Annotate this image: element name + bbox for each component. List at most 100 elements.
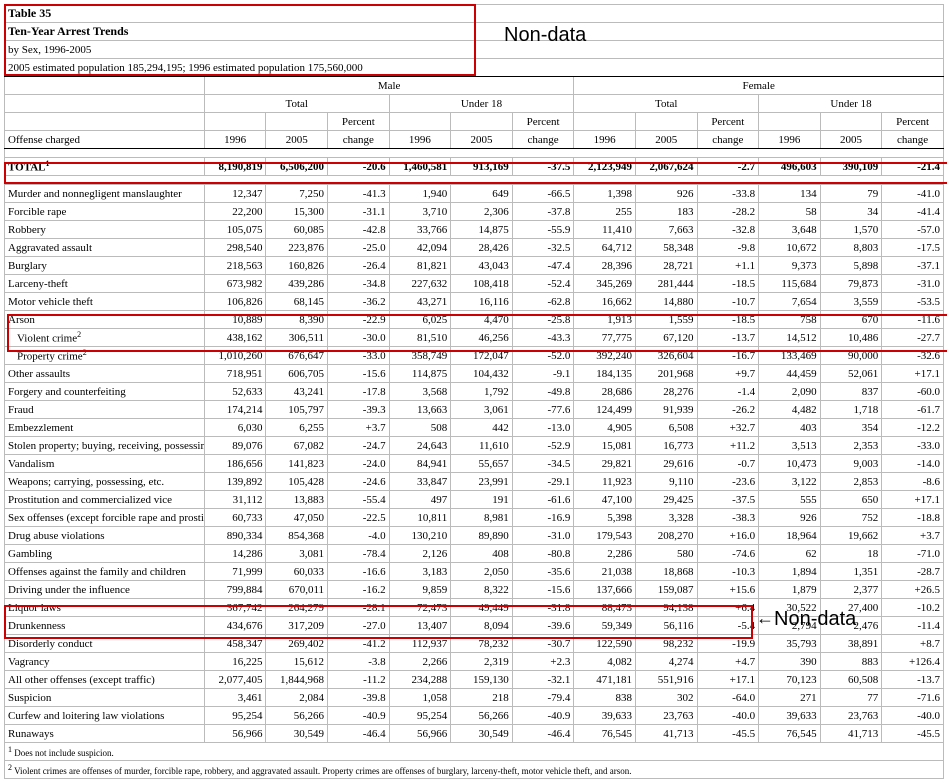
cell-value: -11.6 (882, 311, 944, 329)
cell-value: 497 (389, 491, 451, 509)
table-title: Ten-Year Arrest Trends (5, 23, 944, 41)
cell-value: -30.0 (328, 329, 390, 347)
cell-value: 408 (451, 545, 513, 563)
header-blank (5, 113, 205, 131)
cell-value: -66.5 (512, 185, 574, 203)
cell-value: -79.4 (512, 689, 574, 707)
cell-value: 673,982 (204, 275, 266, 293)
header-male-total: Total (204, 95, 389, 113)
cell-value: -13.7 (697, 329, 759, 347)
cell-value: 160,826 (266, 257, 328, 275)
cell-value: 2,090 (759, 383, 821, 401)
cell-value: +1.1 (697, 257, 759, 275)
cell-value: 1,718 (820, 401, 882, 419)
cell-value: 52,061 (820, 365, 882, 383)
cell-value: 208,270 (635, 527, 697, 545)
cell-value: 3,328 (635, 509, 697, 527)
cell-value: 42,094 (389, 239, 451, 257)
cell-value: 4,905 (574, 419, 636, 437)
offense-label: Disorderly conduct (5, 635, 205, 653)
col-change: change (328, 131, 390, 149)
offense-label: Drug abuse violations (5, 527, 205, 545)
cell-value: 10,672 (759, 239, 821, 257)
cell-value: -1.4 (697, 383, 759, 401)
cell-value: +26.5 (882, 581, 944, 599)
cell-value: 137,666 (574, 581, 636, 599)
cell-value: 76,545 (574, 725, 636, 743)
cell-value: 16,773 (635, 437, 697, 455)
cell-value: 47,050 (266, 509, 328, 527)
cell-value: 18,868 (635, 563, 697, 581)
cell-value: 23,991 (451, 473, 513, 491)
table-row: Embezzlement6,0306,255+3.7508442-13.04,9… (5, 419, 944, 437)
cell-value: 76,545 (759, 725, 821, 743)
cell-value: 79,873 (820, 275, 882, 293)
col-2005: 2005 (266, 131, 328, 149)
cell-value: -29.1 (512, 473, 574, 491)
cell-value: -34.5 (512, 455, 574, 473)
table-row: Vagrancy16,22515,612-3.82,2662,319+2.34,… (5, 653, 944, 671)
cell-value: 16,225 (204, 653, 266, 671)
table-row: Fraud174,214105,797-39.313,6633,061-77.6… (5, 401, 944, 419)
cell-value: 81,821 (389, 257, 451, 275)
col-2005: 2005 (451, 131, 513, 149)
table-label: Table 35 (5, 5, 944, 23)
cell-value: 6,255 (266, 419, 328, 437)
cell-value: 104,432 (451, 365, 513, 383)
cell-value: 39,633 (759, 707, 821, 725)
offense-label: Forcible rape (5, 203, 205, 221)
cell-value: 77,775 (574, 329, 636, 347)
cell-value: 56,966 (204, 725, 266, 743)
cell-value: 68,145 (266, 293, 328, 311)
cell-value: 44,459 (759, 365, 821, 383)
cell-value: 890,334 (204, 527, 266, 545)
cell-value: 201,968 (635, 365, 697, 383)
cell-value: 3,559 (820, 293, 882, 311)
cell-value: 64,712 (574, 239, 636, 257)
cell-value: -33.0 (328, 347, 390, 365)
header-female-total: Total (574, 95, 759, 113)
cell-value: 752 (820, 509, 882, 527)
cell-value: 281,444 (635, 275, 697, 293)
cell-value: 105,797 (266, 401, 328, 419)
cell-value: 43,271 (389, 293, 451, 311)
cell-value: 434,676 (204, 617, 266, 635)
cell-value: +6.4 (697, 599, 759, 617)
cell-value: 7,663 (635, 221, 697, 239)
cell-value: 1,879 (759, 581, 821, 599)
cell-value: 15,300 (266, 203, 328, 221)
offense-label: Stolen property; buying, receiving, poss… (5, 437, 205, 455)
cell-value: 718,951 (204, 365, 266, 383)
cell-value: -10.2 (882, 599, 944, 617)
table-row: Vandalism186,656141,823-24.084,94155,657… (5, 455, 944, 473)
table-row: Aggravated assault298,540223,876-25.042,… (5, 239, 944, 257)
table-row: Property crime21,010,260676,647-33.0358,… (5, 347, 944, 365)
cell-value: 8,094 (451, 617, 513, 635)
cell-value: 670,011 (266, 581, 328, 599)
cell-value: 606,705 (266, 365, 328, 383)
cell-value: 306,511 (266, 329, 328, 347)
cell-value: -11.2 (328, 671, 390, 689)
cell-value: 49,449 (451, 599, 513, 617)
arrest-trends-table: Table 35 Ten-Year Arrest Trends by Sex, … (4, 4, 944, 779)
cell-value: 438,162 (204, 329, 266, 347)
cell-value: 24,643 (389, 437, 451, 455)
cell-value: -55.4 (328, 491, 390, 509)
cell-value: 89,076 (204, 437, 266, 455)
table-subtitle-1: by Sex, 1996-2005 (5, 41, 944, 59)
cell-value: -14.0 (882, 455, 944, 473)
cell-value: 442 (451, 419, 513, 437)
cell-value: 94,138 (635, 599, 697, 617)
cell-value: 56,266 (451, 707, 513, 725)
cell-value: 184,135 (574, 365, 636, 383)
table-row: Robbery105,07560,085-42.833,76614,875-55… (5, 221, 944, 239)
cell-value: -62.8 (512, 293, 574, 311)
cell-value: -40.0 (697, 707, 759, 725)
cell-value: 218 (451, 689, 513, 707)
cell-value: -57.0 (882, 221, 944, 239)
cell-value: -32.5 (512, 239, 574, 257)
cell-value: -3.8 (328, 653, 390, 671)
cell-value: 11,610 (451, 437, 513, 455)
cell-value: -16.7 (697, 347, 759, 365)
cell-value: 439,286 (266, 275, 328, 293)
